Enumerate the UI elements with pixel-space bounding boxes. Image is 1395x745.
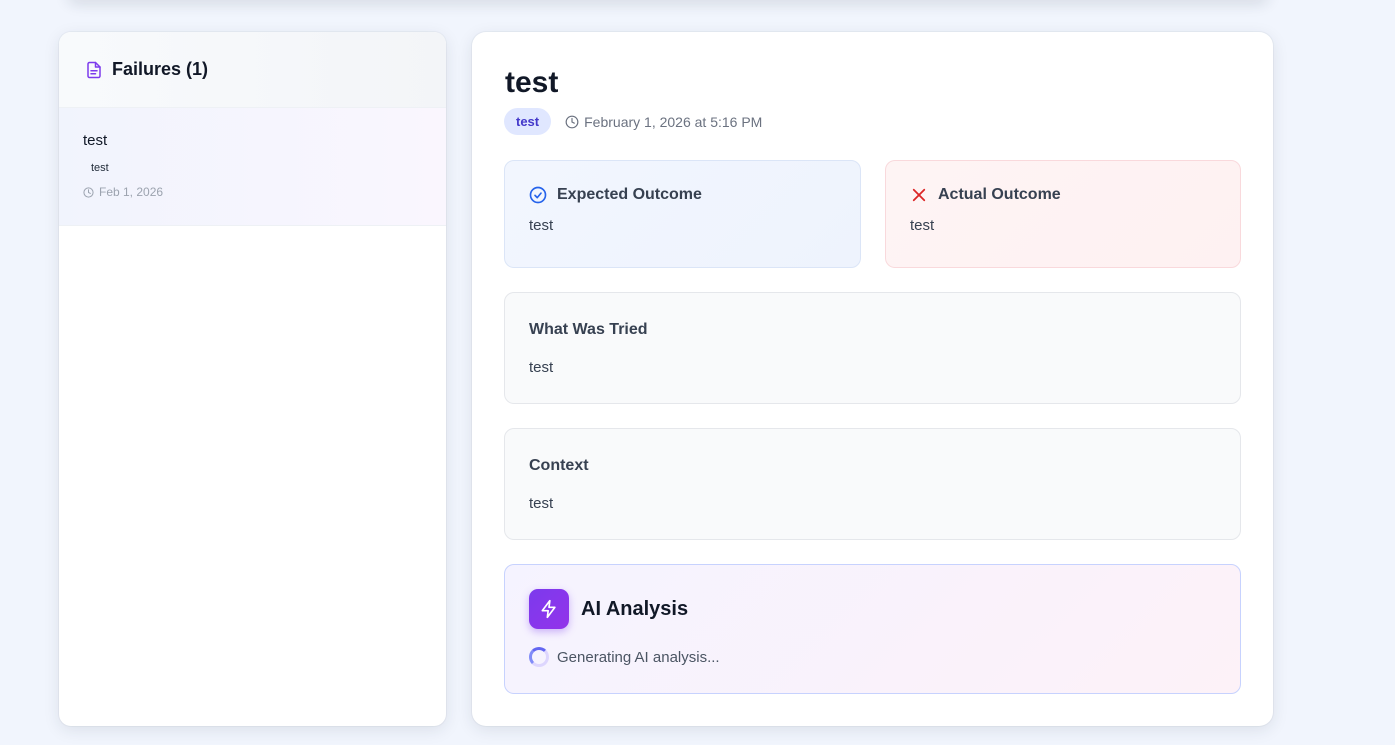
actual-outcome-value: test: [910, 217, 935, 234]
context-card: Context test: [504, 428, 1241, 540]
failure-item-title: test: [83, 132, 108, 149]
failure-item-date-text: Feb 1, 2026: [99, 185, 164, 199]
ai-analysis-card: AI Analysis Generating AI analysis...: [504, 564, 1241, 694]
failure-meta: test February 1, 2026 at 5:16 PM: [504, 108, 762, 135]
spinner-icon: [529, 647, 549, 667]
context-label: Context: [529, 457, 589, 474]
failure-datetime-text: February 1, 2026 at 5:16 PM: [584, 113, 763, 130]
actual-outcome-label: Actual Outcome: [938, 186, 1061, 203]
sidebar-title: Failures (1): [112, 59, 209, 79]
x-icon: [910, 186, 928, 204]
clock-icon: [565, 115, 579, 129]
expected-outcome-value: test: [529, 217, 554, 234]
failure-item-tag: test: [91, 162, 109, 174]
lightning-icon: [529, 589, 569, 629]
context-value: test: [529, 495, 554, 512]
failure-detail-panel: test test February 1, 2026 at 5:16 PM Ex…: [472, 32, 1273, 726]
failure-datetime: February 1, 2026 at 5:16 PM: [565, 114, 762, 130]
ai-analysis-status-text: Generating AI analysis...: [557, 648, 720, 666]
actual-outcome-heading: Actual Outcome: [910, 186, 1216, 204]
failure-tag: test: [504, 108, 552, 135]
what-was-tried-label: What Was Tried: [529, 321, 648, 338]
actual-outcome-card: Actual Outcome test: [885, 160, 1241, 268]
expected-outcome-heading: Expected Outcome: [529, 186, 836, 204]
failure-list-item[interactable]: test test Feb 1, 2026: [59, 108, 446, 226]
what-was-tried-card: What Was Tried test: [504, 292, 1241, 404]
failure-item-date: Feb 1, 2026: [83, 185, 422, 199]
failure-title: test: [505, 66, 559, 99]
ai-analysis-heading: AI Analysis: [529, 589, 1216, 629]
what-was-tried-value: test: [529, 359, 554, 376]
document-icon: [85, 61, 103, 79]
expected-outcome-label: Expected Outcome: [557, 186, 702, 203]
failures-sidebar: Failures (1) test test Feb 1, 2026: [59, 32, 446, 726]
expected-outcome-card: Expected Outcome test: [504, 160, 861, 268]
ai-analysis-status: Generating AI analysis...: [529, 647, 1216, 667]
sidebar-header: Failures (1): [59, 32, 446, 108]
check-circle-icon: [529, 186, 547, 204]
ai-analysis-title: AI Analysis: [581, 597, 689, 620]
clock-icon: [83, 186, 94, 198]
